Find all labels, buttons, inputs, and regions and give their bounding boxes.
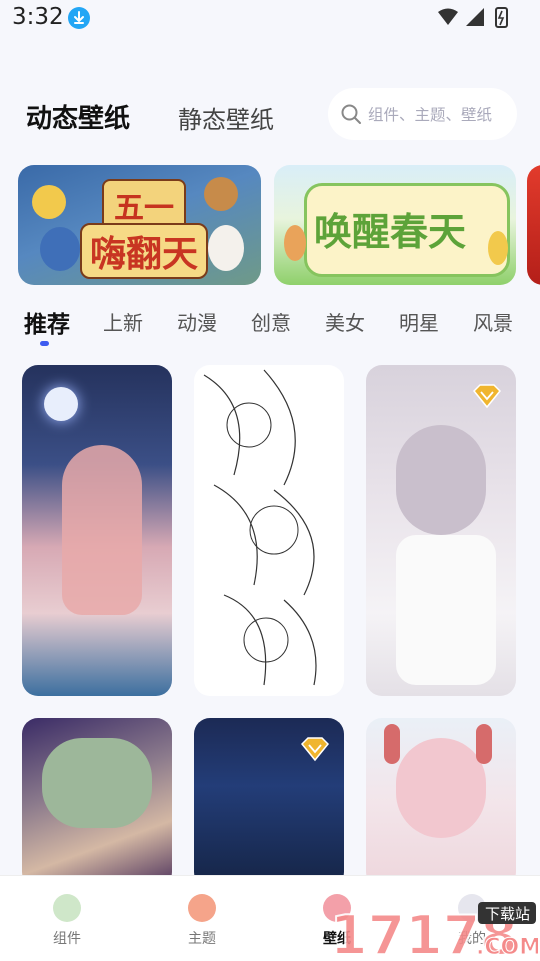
wallpaper-card[interactable]	[22, 365, 172, 696]
category-indicator	[40, 341, 49, 346]
banner-character	[208, 225, 244, 271]
tab-dynamic-wallpaper[interactable]: 动态壁纸	[26, 98, 130, 135]
signal-icon	[466, 8, 484, 26]
vip-diamond-icon	[472, 384, 502, 409]
search-icon	[341, 104, 361, 124]
category-anime[interactable]: 动漫	[177, 307, 217, 336]
dress-graphic	[396, 535, 496, 685]
banner-character	[32, 185, 66, 219]
character-graphic	[396, 738, 486, 838]
category-scenery[interactable]: 风景	[473, 307, 513, 336]
widgets-icon	[53, 894, 81, 922]
svg-text:.COM: .COM	[476, 935, 538, 960]
wallpaper-card[interactable]	[366, 718, 516, 888]
status-time: 3:32	[12, 4, 64, 30]
status-icons	[438, 7, 508, 28]
themes-icon	[188, 894, 216, 922]
wallpaper-card[interactable]	[22, 718, 172, 888]
svg-text:下载站: 下载站	[485, 905, 530, 923]
banner-character	[40, 227, 80, 271]
status-bar: 3:32	[0, 0, 540, 36]
nav-widgets[interactable]: 组件	[27, 876, 107, 961]
wallpaper-card[interactable]	[194, 365, 344, 696]
nav-label: 组件	[53, 931, 81, 947]
banner-next[interactable]	[527, 165, 540, 285]
banner-character	[284, 225, 306, 261]
bunny-ear-graphic	[384, 724, 400, 764]
moon-graphic	[44, 387, 78, 421]
wallpaper-card[interactable]	[194, 718, 344, 888]
category-creative[interactable]: 创意	[251, 307, 291, 336]
download-icon	[68, 7, 90, 29]
banner-may-day[interactable]: 五一 嗨翻天	[18, 165, 261, 285]
search-placeholder: 组件、主题、壁纸	[368, 106, 493, 124]
category-new[interactable]: 上新	[103, 307, 143, 336]
category-celebrity[interactable]: 明星	[399, 307, 439, 336]
search-input[interactable]: 组件、主题、壁纸	[328, 88, 517, 140]
banner-title: 唤醒春天	[314, 209, 467, 254]
banner-title-line2: 嗨翻天	[80, 223, 209, 279]
vip-diamond-icon	[300, 737, 330, 762]
character-graphic	[396, 425, 486, 535]
nav-label: 主题	[188, 931, 216, 947]
banner-character	[204, 177, 238, 211]
watermark-logo: 17178 下载站 .COM	[329, 902, 538, 960]
banner-spring[interactable]: 唤醒春天	[274, 165, 516, 285]
wifi-icon	[438, 8, 458, 25]
character-graphic	[62, 445, 142, 615]
category-recommended[interactable]: 推荐	[24, 305, 70, 339]
sketch-graphic	[203, 369, 317, 686]
nav-themes[interactable]: 主题	[162, 876, 242, 961]
banner-character	[488, 231, 508, 265]
wallpaper-card[interactable]	[366, 365, 516, 696]
tab-static-wallpaper[interactable]: 静态壁纸	[178, 100, 274, 135]
bunny-ear-graphic	[476, 724, 492, 764]
category-beauty[interactable]: 美女	[325, 307, 365, 336]
character-graphic	[42, 738, 152, 828]
